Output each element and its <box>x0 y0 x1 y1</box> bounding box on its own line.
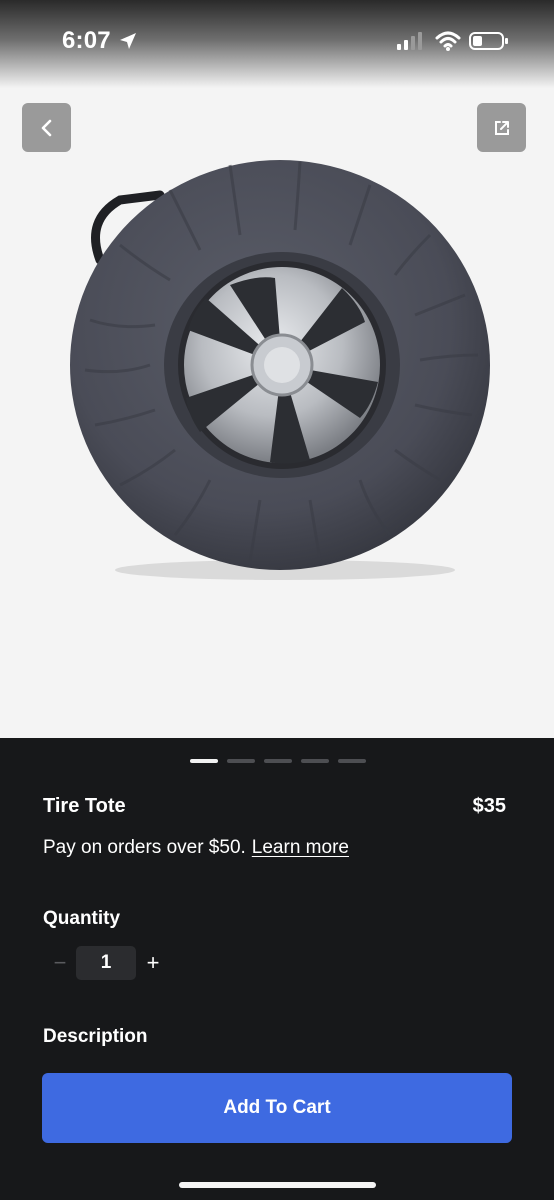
carousel-dot[interactable] <box>227 759 255 763</box>
battery-icon <box>469 32 508 50</box>
wifi-icon <box>435 31 461 51</box>
description-heading[interactable]: Description <box>43 1026 148 1048</box>
add-to-cart-button[interactable]: Add To Cart <box>42 1073 512 1143</box>
decrease-quantity-button[interactable]: − <box>51 948 69 978</box>
home-indicator[interactable] <box>179 1182 376 1188</box>
product-detail-screen: 6:07 Tire Tote $35 Pay on orders over $5… <box>0 0 554 1200</box>
quantity-stepper: − 1 + <box>43 946 173 980</box>
location-arrow-icon <box>120 33 136 49</box>
quantity-value[interactable]: 1 <box>76 946 136 980</box>
increase-quantity-button[interactable]: + <box>143 948 163 978</box>
back-button[interactable] <box>22 103 71 152</box>
product-image-area[interactable]: 6:07 <box>0 0 554 738</box>
product-name: Tire Tote <box>43 795 126 817</box>
carousel-dot[interactable] <box>264 759 292 763</box>
learn-more-link[interactable]: Learn more <box>252 837 349 858</box>
product-info-panel: Tire Tote $35 Pay on orders over $50. Lea… <box>0 738 554 1200</box>
quantity-label: Quantity <box>43 908 121 929</box>
external-link-icon <box>494 120 509 135</box>
carousel-indicator <box>190 759 366 763</box>
add-to-cart-label: Add To Cart <box>223 1097 331 1118</box>
carousel-dot[interactable] <box>338 759 366 763</box>
share-button[interactable] <box>477 103 526 152</box>
cellular-signal-icon <box>397 32 422 50</box>
payment-info: Pay on orders over $50. Learn more <box>43 837 349 859</box>
payment-info-text: Pay on orders over $50. <box>43 837 246 858</box>
chevron-left-icon <box>41 119 51 136</box>
status-bar: 6:07 <box>0 0 554 80</box>
product-price: $35 <box>472 795 506 817</box>
carousel-dot[interactable] <box>190 759 218 763</box>
status-time: 6:07 <box>62 27 111 54</box>
tire-tote-image[interactable] <box>60 150 500 590</box>
carousel-dot[interactable] <box>301 759 329 763</box>
